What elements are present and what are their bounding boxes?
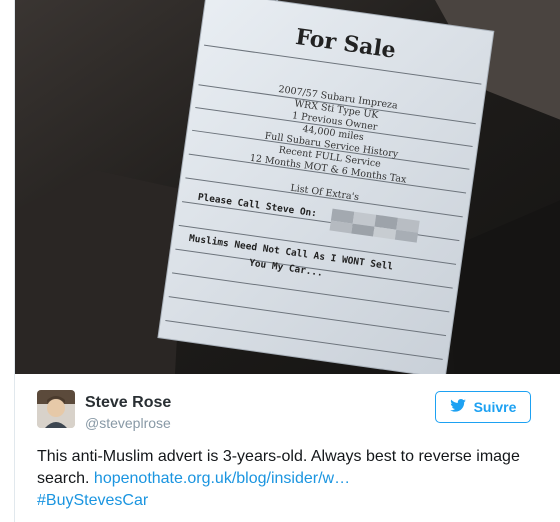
for-sale-sign: For Sale 2007/57 Subaru Impreza WRX Sti … bbox=[157, 0, 495, 374]
follow-button[interactable]: Suivre bbox=[435, 391, 531, 423]
car-seat bbox=[15, 170, 185, 374]
avatar[interactable] bbox=[37, 390, 75, 428]
tweet-header: Steve Rose @steveplrose Suivre bbox=[15, 374, 560, 444]
photo-scene: For Sale 2007/57 Subaru Impreza WRX Sti … bbox=[15, 0, 560, 374]
follow-label: Suivre bbox=[473, 399, 517, 415]
author-name[interactable]: Steve Rose bbox=[85, 394, 171, 412]
tweet-photo[interactable]: For Sale 2007/57 Subaru Impreza WRX Sti … bbox=[15, 0, 560, 374]
tweet-card: For Sale 2007/57 Subaru Impreza WRX Sti … bbox=[14, 0, 560, 522]
tweet-hashtag[interactable]: #BuyStevesCar bbox=[37, 492, 148, 509]
author-handle[interactable]: @steveplrose bbox=[85, 415, 171, 431]
tweet-text: This anti-Muslim advert is 3-years-old. … bbox=[37, 446, 547, 512]
avatar-image bbox=[37, 390, 75, 428]
twitter-bird-icon bbox=[449, 399, 466, 415]
tweet-link[interactable]: hopenothate.org.uk/blog/insider/w… bbox=[94, 470, 350, 487]
